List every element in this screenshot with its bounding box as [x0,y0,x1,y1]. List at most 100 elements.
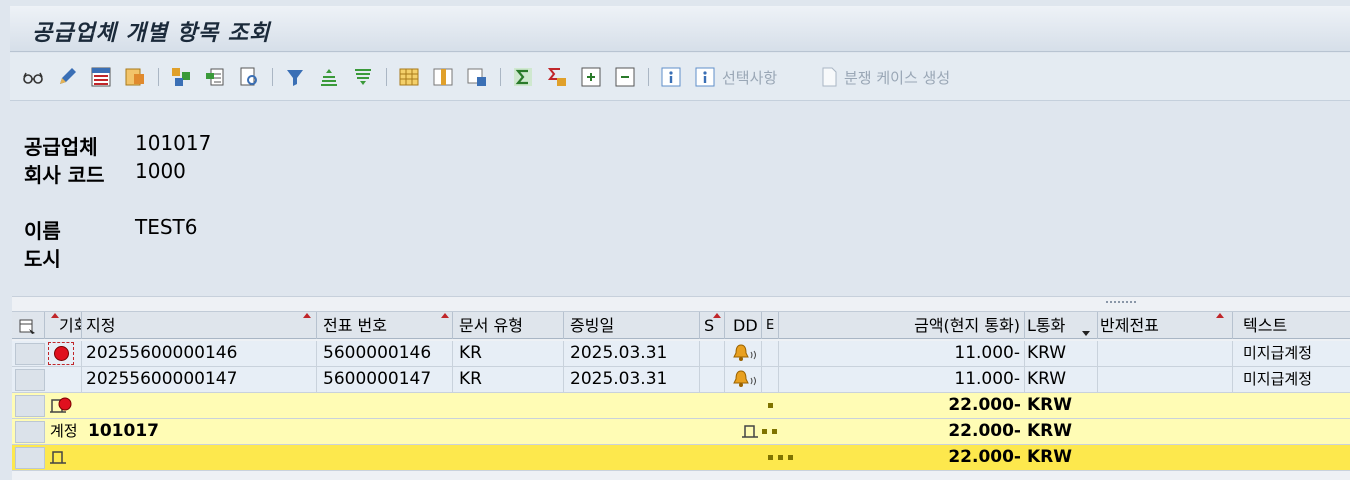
col-doc-no-label: 전표 번호 [323,316,387,335]
assignment-cell: 20255600000146 [82,341,317,366]
expand-icon[interactable] [578,64,604,90]
grid-resize-handle[interactable] [1106,301,1136,305]
toolbar: 선택사항 분쟁 케이스 생성 [10,53,1350,101]
col-text[interactable]: 텍스트 [1233,312,1350,339]
account-total-row[interactable]: 계정 101017 22.000- KRW [12,419,1350,445]
insert-col-icon[interactable] [430,64,456,90]
city-label: 도시 [24,247,61,271]
grand-total-currency: KRW [1027,447,1073,467]
col-s[interactable]: S [700,312,725,339]
currency-cell: KRW [1025,367,1098,392]
col-text-label: 텍스트 [1243,316,1288,335]
col-status[interactable]: 기회 [45,312,82,339]
subtotal-red-icon [45,393,82,418]
col-clearing[interactable]: 반제전표 [1098,312,1233,339]
info-select-icon[interactable] [692,64,718,90]
layout-icon[interactable] [88,64,114,90]
dunning-bell-icon [725,367,762,392]
column-header-row: 기회 지정 전표 번호 문서 유형 증빙일 S DD E 금액(현지 통화) L… [12,311,1350,339]
sum-icon[interactable] [510,64,536,90]
col-status-label: 기회 [59,316,81,335]
grand-total-icon [45,445,82,470]
clearing-cell [1098,367,1233,392]
col-e-label: E [766,318,775,333]
col-doc-no[interactable]: 전표 번호 [317,312,453,339]
col-amount-label: 금액(현지 통화) [914,316,1020,335]
grand-total-row[interactable]: 22.000- KRW [12,445,1350,471]
col-doc-type[interactable]: 문서 유형 [453,312,564,339]
vendor-value: 101017 [135,131,212,155]
status-cell[interactable] [45,341,82,366]
row-selector[interactable] [15,395,45,417]
selection-button[interactable]: 선택사항 [722,67,777,88]
filter-arrow-icon [1082,331,1090,336]
table-row[interactable]: 20255600000147 5600000147 KR 2025.03.31 … [12,367,1350,393]
create-dispute-button[interactable]: 분쟁 케이스 생성 [844,67,950,88]
doc-tree-icon[interactable] [168,64,194,90]
name-label: 이름 [24,219,61,243]
red-status-icon [48,342,74,365]
doc-date-cell: 2025.03.31 [564,341,700,366]
filter-icon[interactable] [282,64,308,90]
doc-search-icon[interactable] [236,64,262,90]
page-title: 공급업체 개별 항목 조회 [32,21,271,46]
table-row[interactable]: 20255600000146 5600000146 KR 2025.03.31 … [12,341,1350,367]
dunning-bell-icon [725,341,762,366]
row-selector[interactable] [15,421,45,443]
col-s-label: S [704,316,715,335]
doc-icon [816,64,842,90]
col-doc-date-label: 증빙일 [570,316,615,335]
row-selector[interactable] [15,369,45,391]
title-bar: 공급업체 개별 항목 조회 [10,6,1350,52]
col-assignment-label: 지정 [86,316,116,335]
amount-cell: 11.000- [779,341,1025,366]
sort-desc-icon[interactable] [350,64,376,90]
col-doc-date[interactable]: 증빙일 [564,312,700,339]
col-currency[interactable]: L통화 [1025,312,1098,339]
assignment-cell: 20255600000147 [82,367,317,392]
subtotal-icon[interactable] [544,64,570,90]
glasses-icon[interactable] [20,64,46,90]
col-assignment[interactable]: 지정 [82,312,317,339]
account-total-currency: KRW [1027,421,1073,441]
doc-no-cell[interactable]: 5600000146 [317,341,453,366]
s-cell [700,367,725,392]
col-clearing-label: 반제전표 [1100,316,1159,335]
doc-copy-icon[interactable] [202,64,228,90]
layout-save-icon[interactable] [122,64,148,90]
col-doc-type-label: 문서 유형 [459,316,523,335]
clearing-cell [1098,341,1233,366]
e-cell [762,341,779,366]
select-all-icon[interactable] [12,312,45,339]
company-code-label: 회사 코드 [24,163,105,187]
subtotal-amount: 22.000- [948,395,1021,415]
info-icon[interactable] [658,64,684,90]
collapse-icon[interactable] [612,64,638,90]
subtotal-currency: KRW [1027,395,1073,415]
col-amount[interactable]: 금액(현지 통화) [779,312,1025,339]
status-cell[interactable] [45,367,82,392]
pencil-icon[interactable] [54,64,80,90]
account-total-amount: 22.000- [948,421,1021,441]
row-selector[interactable] [15,447,45,469]
name-value: TEST6 [135,215,198,239]
col-dd-label: DD [733,316,758,335]
account-label: 계정 [50,422,78,440]
doc-type-cell: KR [453,341,564,366]
col-e[interactable]: E [762,312,779,339]
line-items-grid: 기회 지정 전표 번호 문서 유형 증빙일 S DD E 금액(현지 통화) L… [12,296,1350,480]
text-cell: 미지급계정 [1243,344,1313,362]
col-currency-label: L통화 [1027,316,1066,335]
company-code-value: 1000 [135,159,186,183]
col-dd[interactable]: DD [725,312,762,339]
grid-icon[interactable] [396,64,422,90]
subtotal-row[interactable]: 22.000- KRW [12,393,1350,419]
e-cell [762,367,779,392]
doc-no-cell[interactable]: 5600000147 [317,367,453,392]
amount-cell: 11.000- [779,367,1025,392]
row-selector[interactable] [15,343,45,365]
sort-asc-icon[interactable] [316,64,342,90]
save-layout-icon[interactable] [464,64,490,90]
grand-total-amount: 22.000- [948,447,1021,467]
account-number: 101017 [88,421,159,441]
